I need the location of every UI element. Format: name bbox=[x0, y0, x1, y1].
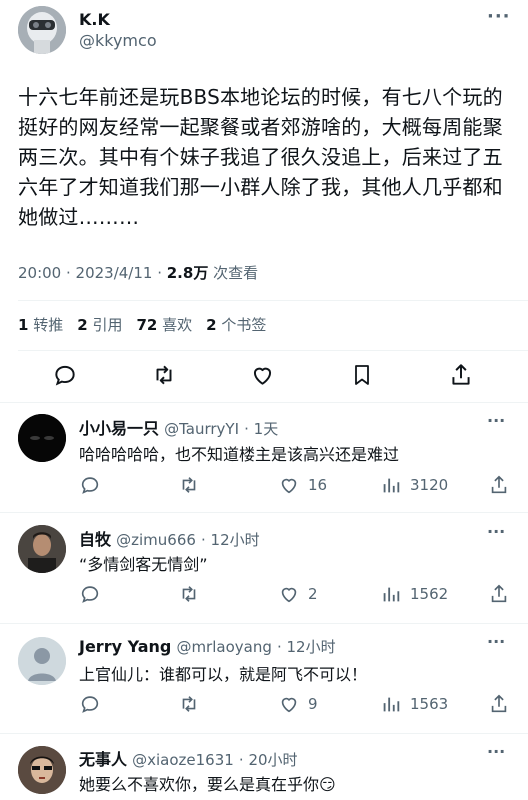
views-label: 次查看 bbox=[208, 264, 259, 282]
helmet-avatar-icon bbox=[18, 6, 66, 54]
reply-text: 上官仙儿：谁都可以，就是阿飞不可以！ bbox=[79, 665, 368, 684]
reply-more-icon[interactable]: ··· bbox=[487, 632, 505, 651]
reply-author-handle[interactable]: @xiaoze1631 bbox=[132, 751, 234, 769]
reply-header: 小小易一只 @TaurryYI · 1天 bbox=[79, 415, 278, 439]
reply-more-icon[interactable]: ··· bbox=[487, 522, 505, 541]
reply-action-retweet[interactable] bbox=[178, 693, 200, 715]
view-count: 1563 bbox=[410, 695, 449, 713]
reply-icon bbox=[81, 696, 99, 713]
reply-action-like[interactable]: 16 bbox=[278, 474, 327, 496]
divider bbox=[18, 300, 528, 301]
reply-action-retweet[interactable] bbox=[178, 474, 200, 496]
divider bbox=[0, 733, 528, 734]
tweet-text-line: 两三次。其中有个妹子我追了很久没追上，后来过了五 bbox=[18, 145, 503, 169]
reply-time[interactable]: · 1天 bbox=[244, 420, 278, 438]
like-count: 2 bbox=[308, 585, 318, 603]
reply-time[interactable]: · 20小时 bbox=[239, 751, 298, 769]
reply-action-views[interactable]: 3120 bbox=[380, 474, 448, 496]
reply-author-name[interactable]: 无事人 bbox=[79, 750, 127, 769]
reply-avatar[interactable] bbox=[18, 746, 66, 794]
divider bbox=[0, 512, 528, 513]
divider bbox=[18, 350, 528, 351]
tweet-text-line: 挺好的网友经常一起聚餐或者郊游啥的，大概每周能聚 bbox=[18, 115, 503, 139]
view-count: 2.8万 bbox=[166, 264, 209, 282]
like-icon bbox=[281, 587, 297, 603]
reply-author-handle[interactable]: @zimu666 bbox=[116, 531, 196, 549]
person-avatar-icon bbox=[18, 746, 66, 794]
stat-retweets[interactable]: 1 转推 bbox=[18, 314, 63, 335]
reply-action-like[interactable]: 9 bbox=[278, 693, 318, 715]
retweet-icon[interactable] bbox=[150, 362, 178, 388]
like-icon bbox=[281, 478, 297, 494]
tweet-meta: 20:00 · 2023/4/11 · 2.8万 次查看 bbox=[18, 262, 258, 283]
author-name[interactable]: K.K bbox=[79, 10, 110, 29]
view-count: 3120 bbox=[410, 476, 449, 494]
like-count: 16 bbox=[308, 476, 328, 494]
reply-text: 哈哈哈哈哈，也不知道楼主是该高兴还是难过 bbox=[79, 445, 400, 464]
reply-icon[interactable] bbox=[52, 362, 78, 388]
reply-avatar[interactable] bbox=[18, 525, 66, 573]
views-chart-icon bbox=[383, 587, 400, 602]
retweet-icon bbox=[182, 696, 196, 712]
reply-action-views[interactable]: 1563 bbox=[380, 693, 448, 715]
reply-time[interactable]: · 12小时 bbox=[201, 531, 260, 549]
reply-action-reply[interactable] bbox=[79, 474, 101, 496]
author-handle[interactable]: @kkymco bbox=[79, 31, 157, 50]
reply-action-reply[interactable] bbox=[79, 583, 101, 605]
stat-quotes[interactable]: 2 引用 bbox=[77, 314, 122, 335]
default-profile-icon bbox=[18, 637, 66, 685]
divider bbox=[0, 402, 528, 403]
bookmark-icon[interactable] bbox=[350, 362, 374, 388]
retweet-icon bbox=[182, 586, 196, 602]
author-avatar[interactable] bbox=[18, 6, 66, 54]
reply-icon bbox=[81, 477, 99, 494]
reply-header: 自牧 @zimu666 · 12小时 bbox=[79, 526, 260, 550]
reply-share-icon[interactable] bbox=[488, 583, 510, 605]
view-count: 1562 bbox=[410, 585, 449, 603]
reply-author-name[interactable]: Jerry Yang bbox=[79, 637, 171, 656]
tweet-text-line: 六年了才知道我们那一小群人除了我，其他人几乎都和 bbox=[18, 175, 503, 199]
reply-text: 她要么不喜欢你，要么是真在乎你😏 bbox=[79, 775, 336, 794]
reply-action-views[interactable]: 1562 bbox=[380, 583, 448, 605]
reply-action-retweet[interactable] bbox=[178, 583, 200, 605]
reply-avatar[interactable] bbox=[18, 414, 66, 462]
tweet-text-line: 她做过……… bbox=[18, 205, 140, 229]
person-avatar-icon bbox=[18, 525, 66, 573]
share-icon[interactable] bbox=[448, 362, 474, 388]
reply-avatar[interactable] bbox=[18, 637, 66, 685]
reply-author-handle[interactable]: @mrlaoyang bbox=[176, 638, 271, 656]
reply-more-icon[interactable]: ··· bbox=[487, 742, 505, 761]
views-chart-icon bbox=[383, 478, 400, 493]
reply-header: Jerry Yang @mrlaoyang · 12小时 bbox=[79, 636, 336, 657]
stat-bookmarks[interactable]: 2 个书签 bbox=[206, 314, 266, 335]
reply-header: 无事人 @xiaoze1631 · 20小时 bbox=[79, 746, 298, 770]
reply-action-reply[interactable] bbox=[79, 693, 101, 715]
tweet-text-line: 十六七年前还是玩BBS本地论坛的时候，有七八个玩的 bbox=[18, 85, 503, 109]
reply-icon bbox=[81, 586, 99, 603]
like-icon bbox=[281, 697, 297, 713]
like-count: 9 bbox=[308, 695, 318, 713]
reply-action-like[interactable]: 2 bbox=[278, 583, 318, 605]
tweet-time[interactable]: 20:00 · 2023/4/11 · bbox=[18, 264, 167, 282]
tweet-text: 十六七年前还是玩BBS本地论坛的时候，有七八个玩的 挺好的网友经常一起聚餐或者郊… bbox=[18, 82, 518, 232]
engagement-stats: 1 转推 2 引用 72 喜欢 2 个书签 bbox=[18, 314, 266, 335]
views-chart-icon bbox=[383, 697, 400, 712]
reply-author-handle[interactable]: @TaurryYI bbox=[164, 420, 239, 438]
reply-share-icon[interactable] bbox=[488, 693, 510, 715]
reply-share-icon[interactable] bbox=[488, 474, 510, 496]
stat-likes[interactable]: 72 喜欢 bbox=[136, 314, 192, 335]
more-options-icon[interactable]: ··· bbox=[487, 6, 511, 27]
reply-more-icon[interactable]: ··· bbox=[487, 411, 505, 430]
dark-avatar-icon bbox=[18, 414, 66, 462]
like-icon[interactable] bbox=[249, 362, 276, 388]
reply-author-name[interactable]: 自牧 bbox=[79, 530, 111, 549]
reply-author-name[interactable]: 小小易一只 bbox=[79, 419, 159, 438]
retweet-icon bbox=[182, 477, 196, 493]
reply-time[interactable]: · 12小时 bbox=[277, 638, 336, 656]
divider bbox=[0, 623, 528, 624]
reply-text: “多情剑客无情剑” bbox=[79, 555, 208, 574]
